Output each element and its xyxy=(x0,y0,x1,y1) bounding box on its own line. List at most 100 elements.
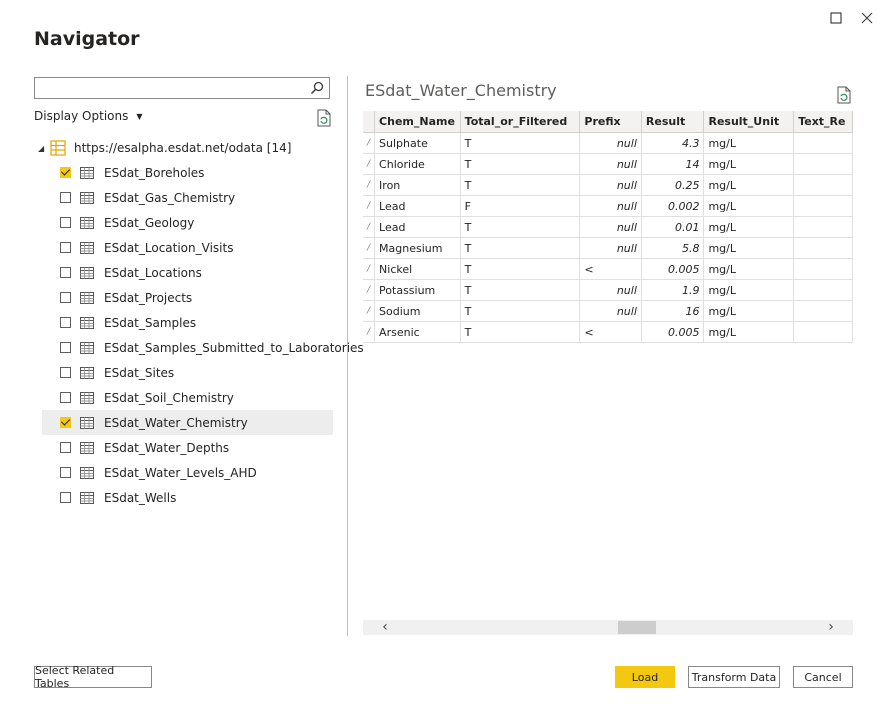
tree-item-label: ESdat_Locations xyxy=(104,265,202,280)
table-cell: < xyxy=(579,258,642,280)
table-icon xyxy=(80,191,94,204)
tree-item[interactable]: ESdat_Wells xyxy=(42,485,333,510)
refresh-icon[interactable] xyxy=(316,109,332,127)
dialog-title: Navigator xyxy=(34,28,140,50)
table-cell: mg/L xyxy=(703,300,795,322)
column-header[interactable]: Chem_Name xyxy=(374,111,461,133)
checkbox[interactable] xyxy=(60,292,71,303)
row-stub: / xyxy=(363,237,376,259)
checkbox[interactable] xyxy=(60,192,71,203)
checkbox[interactable] xyxy=(60,317,71,328)
table-cell xyxy=(793,132,853,154)
refresh-preview-icon[interactable] xyxy=(836,86,852,104)
table-icon xyxy=(80,241,94,254)
checkbox[interactable] xyxy=(60,267,71,278)
tree-item[interactable]: ESdat_Boreholes xyxy=(42,160,333,185)
row-stub: / xyxy=(363,195,376,217)
tree-item[interactable]: ESdat_Projects xyxy=(42,285,333,310)
tree-item[interactable]: ESdat_Locations xyxy=(42,260,333,285)
tree-item[interactable]: ESdat_Samples_Submitted_to_Laboratories xyxy=(42,335,364,360)
table-icon xyxy=(80,466,94,479)
table-cell xyxy=(793,195,853,217)
table-cell: T xyxy=(460,279,581,301)
select-related-tables-button[interactable]: Select Related Tables xyxy=(34,664,152,690)
checkbox[interactable] xyxy=(60,167,71,178)
close-icon[interactable] xyxy=(859,10,875,26)
table-cell: Nickel xyxy=(374,258,461,280)
tree-item-label: ESdat_Wells xyxy=(104,490,177,505)
tree-item[interactable]: ESdat_Soil_Chemistry xyxy=(42,385,333,410)
table-cell: mg/L xyxy=(703,258,795,280)
row-stub: / xyxy=(363,321,376,343)
checkbox[interactable] xyxy=(60,442,71,453)
tree-item[interactable]: ESdat_Water_Levels_AHD xyxy=(42,460,333,485)
column-header[interactable]: Result xyxy=(641,111,705,133)
pane-divider[interactable] xyxy=(347,76,348,636)
row-stub-header xyxy=(363,111,376,133)
table-row: / Chloride Tnull 14 mg/L xyxy=(363,153,853,175)
table-cell: T xyxy=(460,132,581,154)
checkbox[interactable] xyxy=(60,367,71,378)
table-cell: null xyxy=(579,174,642,196)
display-options-dropdown[interactable]: Display Options ▼ xyxy=(34,109,143,123)
table-cell: mg/L xyxy=(703,237,795,259)
cancel-button[interactable]: Cancel xyxy=(793,666,853,688)
tree-item-label: ESdat_Gas_Chemistry xyxy=(104,190,236,205)
expand-toggle-icon[interactable]: ◢ xyxy=(38,144,50,153)
tree-item-label: ESdat_Boreholes xyxy=(104,165,205,180)
checkbox[interactable] xyxy=(60,467,71,478)
transform-data-button[interactable]: Transform Data xyxy=(688,666,780,688)
table-cell: mg/L xyxy=(703,321,795,343)
preview-grid[interactable]: Chem_Name Total_or_Filtered Prefix Result Re… xyxy=(363,111,853,344)
table-cell: Arsenic xyxy=(374,321,461,343)
table-cell: null xyxy=(579,216,642,238)
search-icon[interactable] xyxy=(309,80,325,96)
tree-root[interactable]: ◢ https://esalpha.esdat.net/odata [14] xyxy=(38,139,291,157)
column-header[interactable]: Total_or_Filtered xyxy=(460,111,581,133)
search-input[interactable] xyxy=(34,77,330,99)
checkbox[interactable] xyxy=(60,342,71,353)
load-button[interactable]: Load xyxy=(615,666,675,688)
table-row: / Lead Tnull 0.01 mg/L xyxy=(363,216,853,238)
tree-item[interactable]: ESdat_Geology xyxy=(42,210,333,235)
tree-item-label: ESdat_Geology xyxy=(104,215,195,230)
scroll-left-icon[interactable]: ‹ xyxy=(377,620,393,635)
table-cell xyxy=(793,258,853,280)
table-cell: mg/L xyxy=(703,279,795,301)
table-cell: 0.005 xyxy=(641,258,705,280)
table-cell: null xyxy=(579,195,642,217)
odata-feed-icon xyxy=(50,140,66,156)
table-cell xyxy=(793,300,853,322)
tree-item[interactable]: ESdat_Water_Depths xyxy=(42,435,333,460)
tree-item[interactable]: ESdat_Samples xyxy=(42,310,333,335)
checkbox[interactable] xyxy=(60,417,71,428)
table-cell: 0.25 xyxy=(641,174,705,196)
checkbox[interactable] xyxy=(60,242,71,253)
table-row: / Arsenic T <0.005 mg/L xyxy=(363,321,853,343)
tree-item[interactable]: ESdat_Gas_Chemistry xyxy=(42,185,333,210)
chevron-down-icon: ▼ xyxy=(136,112,143,121)
table-row: / Nickel T <0.005 mg/L xyxy=(363,258,853,280)
tree-item[interactable]: ESdat_Sites xyxy=(42,360,333,385)
scrollbar-thumb[interactable] xyxy=(618,621,656,634)
checkbox[interactable] xyxy=(60,217,71,228)
row-stub: / xyxy=(363,153,376,175)
table-cell xyxy=(793,279,853,301)
maximize-icon[interactable] xyxy=(828,10,844,26)
scroll-right-icon[interactable]: › xyxy=(823,620,839,635)
column-header[interactable]: Prefix xyxy=(579,111,642,133)
tree-item-label: ESdat_Samples xyxy=(104,315,197,330)
checkbox[interactable] xyxy=(60,392,71,403)
horizontal-scrollbar[interactable]: ‹ › xyxy=(363,620,853,635)
column-header[interactable]: Result_Unit xyxy=(703,111,795,133)
table-cell: null xyxy=(579,237,642,259)
table-icon xyxy=(80,216,94,229)
column-header[interactable]: Text_Re xyxy=(793,111,853,133)
tree-item-label: ESdat_Soil_Chemistry xyxy=(104,390,234,405)
table-icon xyxy=(80,266,94,279)
checkbox[interactable] xyxy=(60,492,71,503)
tree-item[interactable]: ESdat_Water_Chemistry xyxy=(42,410,333,435)
table-cell: 16 xyxy=(641,300,705,322)
row-stub: / xyxy=(363,279,376,301)
tree-item[interactable]: ESdat_Location_Visits xyxy=(42,235,333,260)
